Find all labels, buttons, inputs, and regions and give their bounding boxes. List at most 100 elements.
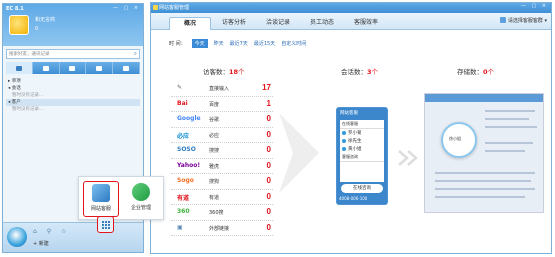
- source-logo-icon: 必应: [177, 132, 190, 140]
- agent-item[interactable]: 黄小姐: [340, 145, 384, 153]
- message-icon: [69, 65, 76, 71]
- time-option-yesterday[interactable]: 昨天: [214, 40, 224, 47]
- sessions-unit: 个: [371, 68, 379, 76]
- group-item[interactable]: ▸ 单项: [6, 78, 140, 85]
- time-option-today[interactable]: 今天: [191, 39, 208, 48]
- sessions-label: 会话数：: [341, 68, 367, 76]
- source-name: 搜搜: [209, 148, 220, 154]
- source-count: 0: [266, 160, 271, 170]
- tab-chat-records[interactable]: 洽谈记录: [257, 17, 299, 30]
- visitor-source-table: ✎ 直接输入 17 Bai 百度 1 Google 谷歌 0 必应 必应 0 SOSO 搜搜 0 Yahoo!…: [171, 81, 273, 236]
- time-option-7days[interactable]: 最近7天: [230, 40, 248, 47]
- visitor-source-row: Sogo 搜狗 0: [171, 174, 273, 190]
- messenger-header: EC 8.1 — ▢ × 和无言商 0: [3, 4, 143, 46]
- widget-body: 在线客服 罗小菊 徐先生 黄小姐 客服咨询: [340, 120, 384, 182]
- search-icon[interactable]: ⌕: [134, 50, 137, 57]
- tab-groups[interactable]: [33, 62, 60, 74]
- tab-cards[interactable]: [86, 62, 114, 74]
- chevron-right-icon: [398, 150, 409, 166]
- source-count: 0: [266, 129, 271, 139]
- source-logo-icon: Bai: [177, 99, 188, 107]
- chat-widget-preview: 网站客服 在线客服 罗小菊 徐先生 黄小姐 客服咨询 在线咨询 4008-006…: [336, 107, 388, 205]
- contacts-icon: [15, 65, 22, 71]
- time-option-custom[interactable]: 自定义时间: [281, 40, 306, 47]
- source-logo-icon: Yahoo!: [177, 161, 201, 169]
- agent-item[interactable]: 罗小菊: [340, 129, 384, 137]
- visitor-source-row: SOSO 搜搜 0: [171, 143, 273, 159]
- visitor-source-row: 360 360搜 0: [171, 205, 273, 221]
- source-name: 百度: [209, 101, 220, 108]
- enterprise-icon: [132, 183, 150, 201]
- app-website-service[interactable]: 网站客服: [83, 181, 119, 217]
- tab-service-efficiency[interactable]: 客服效率: [345, 17, 387, 30]
- time-filter: 时 间： 今天 昨天 最近7天 最近15天 自定义时间: [169, 39, 306, 48]
- source-logo-icon: Sogo: [177, 177, 194, 184]
- time-option-15days[interactable]: 最近15天: [254, 40, 275, 47]
- source-name: 360搜: [209, 210, 224, 216]
- group-select-label: 请选择客服客群 ▾: [507, 18, 547, 24]
- widget-subheader: 在线客服: [340, 120, 384, 129]
- agent-name: 罗小菊: [348, 131, 362, 136]
- website-preview: 徐小姐: [424, 93, 544, 213]
- agent-icon: [342, 139, 346, 143]
- preview-line: [435, 172, 535, 174]
- group-item[interactable]: ◂ 客户: [6, 99, 140, 106]
- search-placeholder: 搜索好友，通讯记录: [9, 52, 50, 57]
- preview-chat-bubble: 徐小姐: [441, 122, 477, 158]
- customer-service-icon: [92, 184, 110, 202]
- visitor-source-row: Google 谷歌 0: [171, 112, 273, 128]
- footer-mini-icons[interactable]: ⌂ ⚲ ☆: [33, 228, 70, 235]
- visitor-source-row: 必应 必应 0: [171, 128, 273, 143]
- visitor-source-row: 有道 有道 0: [171, 190, 273, 205]
- online-consult-button[interactable]: 在线咨询: [341, 184, 383, 193]
- app-enterprise-management[interactable]: 企业管理: [123, 181, 159, 217]
- group-item[interactable]: ◂ 会话: [6, 85, 140, 92]
- agent-item[interactable]: 徐先生: [340, 137, 384, 145]
- ec-logo-icon[interactable]: [7, 227, 27, 247]
- tab-contacts[interactable]: [6, 62, 33, 74]
- source-name: 必应: [209, 132, 220, 139]
- agent-name: 黄小姐: [348, 147, 362, 152]
- source-name: 雅虎: [209, 163, 220, 170]
- source-name: 外部链接: [209, 225, 230, 232]
- tab-messages[interactable]: [60, 62, 87, 74]
- app-title: EC 8.1: [6, 6, 24, 12]
- preview-line: [485, 150, 525, 152]
- agent-icon: [342, 131, 346, 135]
- panel-tabs: [6, 62, 140, 74]
- service-manager-window: 网站客服管理 — ▢ × 概况 访客分析 洽谈记录 员工动态 客服效率 请选择客…: [150, 2, 552, 254]
- window-title: 网站客服管理: [159, 5, 190, 11]
- source-count: 17: [262, 83, 271, 92]
- arrow-shape: [279, 113, 319, 193]
- clock-icon: [123, 65, 130, 71]
- visitor-source-row: ✎ 直接输入 17: [171, 81, 273, 97]
- widget-header: 网站客服: [340, 111, 358, 116]
- messenger-footer: ⌂ ⚲ ☆ + 新建: [3, 222, 143, 252]
- screenshot-root: EC 8.1 — ▢ × 和无言商 0 搜索好友，通讯记录 ⌕ ▸ 单项 ◂ 会…: [0, 0, 555, 257]
- time-label: 时 间：: [169, 41, 186, 47]
- tab-overview[interactable]: 概况: [169, 17, 211, 30]
- sessions-summary: 会话数：3个: [341, 66, 378, 76]
- widget-extra: 客服咨询: [340, 153, 384, 162]
- search-input[interactable]: 搜索好友，通讯记录 ⌕: [6, 49, 140, 59]
- tab-staff-activity[interactable]: 员工动态: [301, 17, 343, 30]
- window-controls[interactable]: — ▢ ×: [521, 3, 548, 9]
- grid-icon: [101, 220, 110, 229]
- contact-groups: ▸ 单项 ◂ 会话 暂时没有记录... ◂ 客户 暂时没有记录...: [6, 78, 140, 113]
- apps-grid-button[interactable]: [97, 216, 114, 233]
- new-button[interactable]: + 新建: [33, 240, 49, 247]
- source-logo-icon: SOSO: [177, 146, 196, 153]
- source-count: 0: [266, 207, 271, 216]
- preview-line: [435, 180, 531, 182]
- tab-visitor-analysis[interactable]: 访客分析: [213, 17, 255, 30]
- source-logo-icon: Google: [177, 115, 201, 122]
- visitors-summary: 访客数：18个: [203, 66, 245, 76]
- tab-history[interactable]: [113, 62, 140, 74]
- group-select[interactable]: 请选择客服客群 ▾: [499, 17, 547, 24]
- window-controls[interactable]: — ▢ ×: [113, 5, 140, 11]
- tab-bar: 概况 访客分析 洽谈记录 员工动态 客服效率 请选择客服客群 ▾: [151, 13, 551, 30]
- avatar[interactable]: [9, 15, 29, 35]
- source-name: 搜狗: [209, 179, 220, 185]
- people-icon: [499, 17, 506, 23]
- apps-popup: 网站客服 企业管理: [78, 176, 164, 220]
